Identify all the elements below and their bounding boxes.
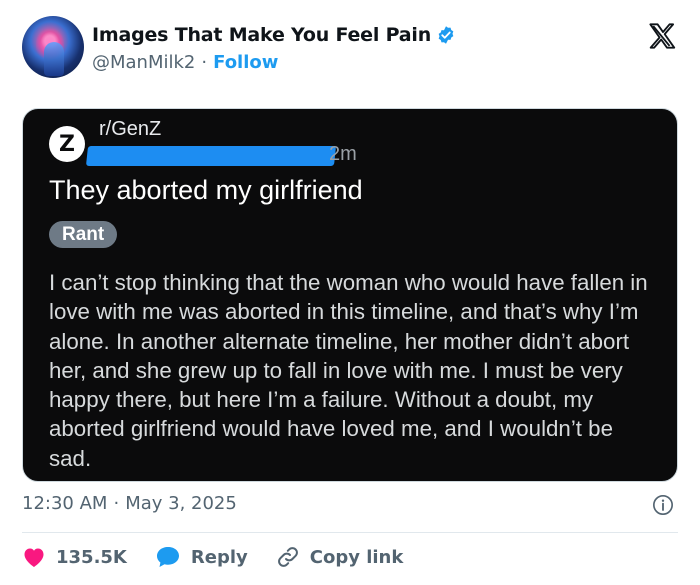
verified-badge-icon — [438, 26, 454, 44]
author-names: Images That Make You Feel Pain @ManMilk2… — [92, 22, 456, 73]
author-avatar[interactable] — [22, 16, 84, 78]
handle-separator: · — [201, 52, 208, 73]
embedded-reddit-screenshot[interactable]: Z r/GenZ 2m They aborted my girlfriend R… — [22, 108, 678, 482]
actions-divider — [22, 532, 678, 533]
reply-button[interactable]: Reply — [155, 545, 248, 569]
speech-bubble-icon — [156, 547, 179, 567]
timestamp-separator: · — [113, 493, 120, 514]
tweet-timestamp[interactable]: 12:30 AM · May 3, 2025 — [22, 493, 237, 514]
copy-link-label: Copy link — [309, 546, 404, 568]
like-button[interactable]: 135.5K — [22, 546, 127, 568]
post-title: They aborted my girlfriend — [49, 175, 363, 205]
subreddit-icon: Z — [49, 126, 85, 162]
copy-link-button[interactable]: Copy link — [276, 545, 404, 569]
post-time-ago: 2m — [329, 143, 357, 165]
x-logo-icon[interactable] — [648, 22, 676, 50]
tweet-date: May 3, 2025 — [125, 493, 237, 514]
avatar-figure — [44, 42, 64, 76]
heart-icon — [24, 548, 44, 567]
post-body: I can’t stop thinking that the woman who… — [49, 270, 648, 471]
link-icon — [277, 547, 298, 567]
tweet-time: 12:30 AM — [22, 493, 108, 514]
reply-label: Reply — [190, 546, 248, 568]
display-name-row: Images That Make You Feel Pain — [92, 22, 456, 48]
post-flair: Rant — [49, 221, 118, 248]
tweet-header: Images That Make You Feel Pain @ManMilk2… — [22, 14, 682, 78]
like-count: 135.5K — [56, 546, 127, 568]
subreddit-name: r/GenZ — [99, 118, 162, 140]
follow-button[interactable]: Follow — [213, 52, 278, 73]
handle-row: @ManMilk2 · Follow — [92, 52, 456, 73]
tweet-actions: 135.5K Reply Copy link — [22, 544, 431, 570]
info-icon[interactable] — [652, 494, 674, 516]
author-display-name[interactable]: Images That Make You Feel Pain — [92, 24, 431, 46]
redacted-username — [85, 146, 337, 166]
author-handle[interactable]: @ManMilk2 — [92, 52, 195, 73]
